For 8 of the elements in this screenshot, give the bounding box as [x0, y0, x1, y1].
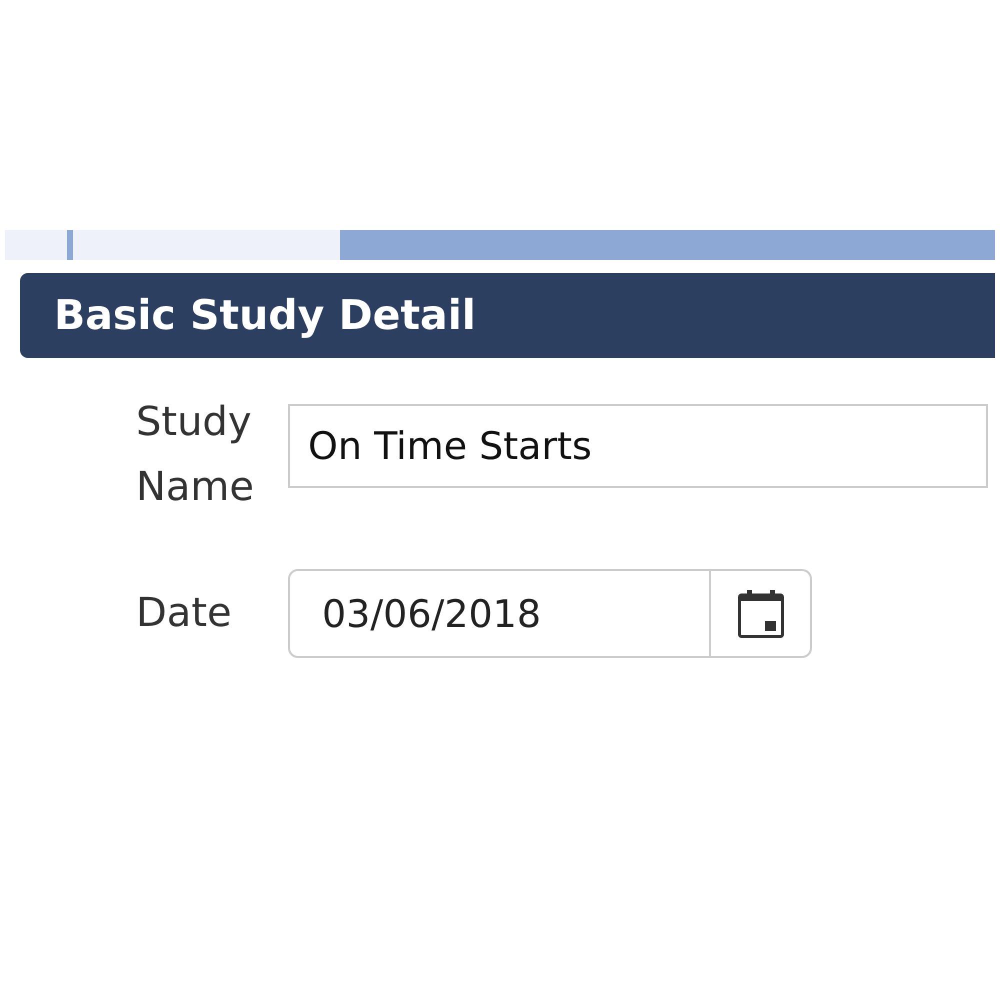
field-label: Date [136, 589, 233, 638]
text-input[interactable]: On Time Starts [288, 404, 988, 488]
field-label: Study Name [136, 398, 256, 512]
calendar-icon [738, 590, 784, 638]
section-title: Basic Study Detail [54, 290, 476, 340]
date-input[interactable]: 03/06/2018 [288, 569, 711, 658]
strip-marker [67, 230, 73, 260]
calendar-button[interactable] [711, 569, 812, 658]
